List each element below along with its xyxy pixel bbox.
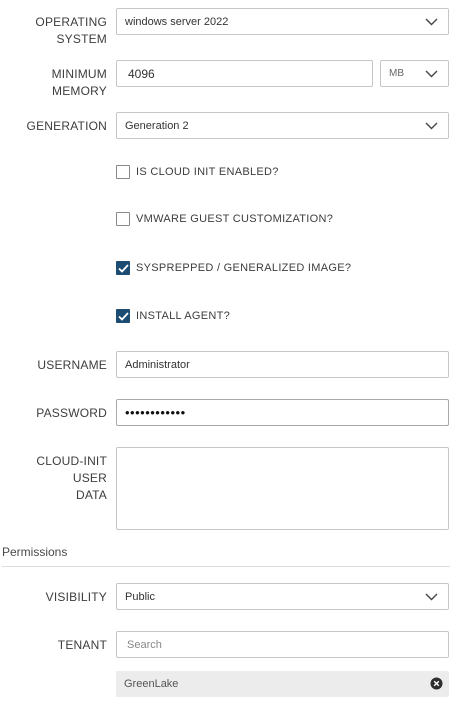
- memory-label-line2: MEMORY: [52, 84, 107, 98]
- generation-label: GENERATION: [26, 119, 107, 133]
- tenant-search-placeholder: Search: [127, 638, 162, 651]
- memory-label-line1: MINIMUM: [51, 67, 107, 81]
- cloud-init-data-textarea[interactable]: [116, 447, 449, 530]
- chevron-down-icon: [425, 593, 438, 600]
- install-agent-checkbox-label: INSTALL AGENT?: [136, 310, 231, 322]
- memory-unit-value: MB: [389, 68, 404, 79]
- chevron-down-icon: [425, 122, 438, 129]
- chevron-down-icon: [425, 18, 438, 25]
- username-input[interactable]: Administrator: [116, 351, 449, 378]
- password-input[interactable]: ••••••••••••: [116, 399, 449, 426]
- cloud-init-data-label: CLOUD-INIT USER DATA: [0, 453, 107, 504]
- sysprepped-checkbox-row[interactable]: SYSPREPPED / GENERALIZED IMAGE?: [116, 261, 351, 275]
- visibility-label: VISIBILITY: [45, 590, 107, 604]
- install-agent-checkbox-row[interactable]: INSTALL AGENT?: [116, 309, 230, 323]
- permissions-section-title: Permissions: [2, 545, 68, 559]
- install-agent-checkbox[interactable]: [116, 309, 130, 323]
- sysprepped-checkbox[interactable]: [116, 261, 130, 275]
- vmware-customization-checkbox-row[interactable]: VMWARE GUEST CUSTOMIZATION?: [116, 212, 333, 226]
- os-select-value: windows server 2022: [125, 15, 229, 28]
- cloud-init-checkbox-row[interactable]: IS CLOUD INIT ENABLED?: [116, 165, 279, 179]
- memory-unit-select[interactable]: MB: [380, 60, 449, 87]
- os-label-line2: SYSTEM: [56, 32, 107, 46]
- password-input-value: ••••••••••••: [125, 405, 186, 420]
- os-label: OPERATING SYSTEM: [35, 14, 107, 48]
- cloud-init-checkbox[interactable]: [116, 165, 130, 179]
- cloud-init-data-label-line2: DATA: [75, 488, 107, 502]
- vmware-customization-checkbox[interactable]: [116, 212, 130, 226]
- cloud-init-checkbox-label: IS CLOUD INIT ENABLED?: [136, 166, 279, 178]
- password-label: PASSWORD: [36, 406, 107, 420]
- tenant-label: TENANT: [57, 638, 107, 652]
- memory-label: MINIMUM MEMORY: [52, 66, 107, 100]
- visibility-select[interactable]: Public: [116, 583, 449, 610]
- close-circle-icon[interactable]: [430, 677, 443, 690]
- username-input-value: Administrator: [125, 358, 190, 371]
- section-divider: [2, 566, 450, 567]
- tenant-selected-tag: GreenLake: [116, 671, 449, 697]
- tenant-tag-label: GreenLake: [124, 678, 179, 690]
- memory-input[interactable]: 4096: [116, 60, 373, 87]
- check-icon: [117, 311, 129, 321]
- username-label: USERNAME: [37, 358, 107, 372]
- tenant-search-input[interactable]: Search: [116, 631, 449, 658]
- sysprepped-checkbox-label: SYSPREPPED / GENERALIZED IMAGE?: [136, 262, 352, 274]
- os-label-line1: OPERATING: [35, 15, 107, 29]
- memory-input-value: 4096: [128, 66, 155, 81]
- generation-select[interactable]: Generation 2: [116, 112, 449, 139]
- check-icon: [117, 263, 129, 273]
- cloud-init-data-label-line1: CLOUD-INIT USER: [36, 454, 107, 485]
- os-select[interactable]: windows server 2022: [116, 8, 449, 35]
- visibility-select-value: Public: [125, 590, 155, 603]
- generation-select-value: Generation 2: [125, 119, 189, 132]
- chevron-down-icon: [425, 70, 438, 77]
- vmware-customization-checkbox-label: VMWARE GUEST CUSTOMIZATION?: [136, 213, 334, 225]
